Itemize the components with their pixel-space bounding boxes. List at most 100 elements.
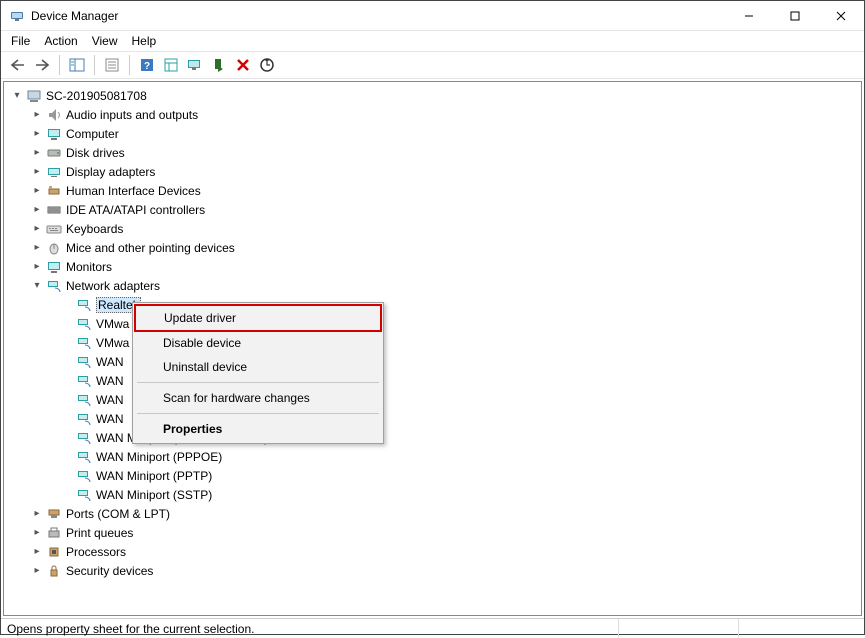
context-menu: Update driver Disable device Uninstall d… <box>132 302 384 444</box>
network-icon <box>46 278 62 294</box>
tree-category-hid[interactable]: ▸ Human Interface Devices <box>8 181 861 200</box>
tree-category-keyboards[interactable]: ▸ Keyboards <box>8 219 861 238</box>
chevron-down-icon[interactable]: ▾ <box>10 89 24 103</box>
tree-category-processors[interactable]: ▸ Processors <box>8 542 861 561</box>
update-driver-button[interactable] <box>184 54 206 76</box>
hid-icon <box>46 183 62 199</box>
tree-category-disk[interactable]: ▸ Disk drives <box>8 143 861 162</box>
app-icon <box>9 8 25 24</box>
chevron-right-icon[interactable]: ▸ <box>30 165 44 179</box>
network-adapter-icon <box>76 449 92 465</box>
disk-icon <box>46 145 62 161</box>
chevron-right-icon[interactable]: ▸ <box>30 184 44 198</box>
ctx-uninstall-device[interactable]: Uninstall device <box>135 355 381 379</box>
help-button[interactable]: ? <box>136 54 158 76</box>
ctx-disable-device[interactable]: Disable device <box>135 331 381 355</box>
tree-category-mice[interactable]: ▸ Mice and other pointing devices <box>8 238 861 257</box>
toolbar-divider <box>59 55 60 75</box>
tree-category-ide[interactable]: ▸ IDE ATA/ATAPI controllers <box>8 200 861 219</box>
ctx-scan-hardware[interactable]: Scan for hardware changes <box>135 386 381 410</box>
menu-file[interactable]: File <box>11 34 30 48</box>
minimize-button[interactable] <box>726 1 772 31</box>
ctx-properties[interactable]: Properties <box>135 417 381 441</box>
tree-category-security[interactable]: ▸ Security devices <box>8 561 861 580</box>
tree-root[interactable]: ▾ SC-201905081708 <box>8 86 861 105</box>
chevron-right-icon[interactable]: ▸ <box>30 241 44 255</box>
display-adapter-icon <box>46 164 62 180</box>
network-adapter-icon <box>76 468 92 484</box>
cpu-icon <box>46 544 62 560</box>
mouse-icon <box>46 240 62 256</box>
printer-icon <box>46 525 62 541</box>
scan-hardware-button[interactable] <box>256 54 278 76</box>
forward-button[interactable] <box>31 54 53 76</box>
title-bar: Device Manager <box>1 1 864 31</box>
network-adapter-icon <box>76 487 92 503</box>
tree-item-wan-sstp[interactable]: ▸ WAN Miniport (SSTP) <box>8 485 861 504</box>
keyboard-icon <box>46 221 62 237</box>
status-cell <box>738 619 858 638</box>
close-button[interactable] <box>818 1 864 31</box>
speaker-icon <box>46 107 62 123</box>
tree-item-wan-pppoe[interactable]: ▸ WAN Miniport (PPPOE) <box>8 447 861 466</box>
chevron-right-icon[interactable]: ▸ <box>30 203 44 217</box>
network-adapter-icon <box>76 354 92 370</box>
window-controls <box>726 1 864 31</box>
toolbar-divider <box>94 55 95 75</box>
chevron-down-icon[interactable]: ▾ <box>30 279 44 293</box>
chevron-right-icon[interactable]: ▸ <box>30 108 44 122</box>
details-button[interactable] <box>160 54 182 76</box>
chevron-right-icon[interactable]: ▸ <box>30 526 44 540</box>
computer-icon <box>26 88 42 104</box>
ide-icon <box>46 202 62 218</box>
show-hide-tree-button[interactable] <box>66 54 88 76</box>
network-adapter-icon <box>76 411 92 427</box>
network-adapter-icon <box>76 335 92 351</box>
menu-action[interactable]: Action <box>44 34 77 48</box>
uninstall-button[interactable] <box>232 54 254 76</box>
monitor-icon <box>46 126 62 142</box>
network-adapter-icon <box>76 373 92 389</box>
tree-category-computer[interactable]: ▸ Computer <box>8 124 861 143</box>
tree-category-monitors[interactable]: ▸ Monitors <box>8 257 861 276</box>
network-adapter-icon <box>76 430 92 446</box>
network-adapter-icon <box>76 392 92 408</box>
tree-category-audio[interactable]: ▸ Audio inputs and outputs <box>8 105 861 124</box>
tree-panel: ▾ SC-201905081708 ▸ Audio inputs and out… <box>3 81 862 616</box>
chevron-right-icon[interactable]: ▸ <box>30 545 44 559</box>
tree-category-ports[interactable]: ▸ Ports (COM & LPT) <box>8 504 861 523</box>
chevron-right-icon[interactable]: ▸ <box>30 222 44 236</box>
window-title: Device Manager <box>31 9 726 23</box>
tree-category-printq[interactable]: ▸ Print queues <box>8 523 861 542</box>
chevron-right-icon[interactable]: ▸ <box>30 564 44 578</box>
ctx-separator <box>137 382 379 383</box>
status-message: Opens property sheet for the current sel… <box>7 622 618 636</box>
tree-item-wan-pptp[interactable]: ▸ WAN Miniport (PPTP) <box>8 466 861 485</box>
status-bar: Opens property sheet for the current sel… <box>1 618 864 638</box>
menu-help[interactable]: Help <box>132 34 157 48</box>
chevron-right-icon[interactable]: ▸ <box>30 507 44 521</box>
toolbar-divider <box>129 55 130 75</box>
enable-device-button[interactable] <box>208 54 230 76</box>
ctx-separator <box>137 413 379 414</box>
menu-view[interactable]: View <box>92 34 118 48</box>
tree-category-display[interactable]: ▸ Display adapters <box>8 162 861 181</box>
chevron-right-icon[interactable]: ▸ <box>30 127 44 141</box>
back-button[interactable] <box>7 54 29 76</box>
ports-icon <box>46 506 62 522</box>
monitor-icon <box>46 259 62 275</box>
network-adapter-icon <box>76 316 92 332</box>
status-cell <box>618 619 738 638</box>
toolbar: ? <box>1 51 864 79</box>
properties-button[interactable] <box>101 54 123 76</box>
maximize-button[interactable] <box>772 1 818 31</box>
menu-bar: File Action View Help <box>1 31 864 51</box>
chevron-right-icon[interactable]: ▸ <box>30 146 44 160</box>
tree-root-label: SC-201905081708 <box>46 89 147 103</box>
tree-category-network[interactable]: ▾ Network adapters <box>8 276 861 295</box>
network-adapter-icon <box>76 297 92 313</box>
chevron-right-icon[interactable]: ▸ <box>30 260 44 274</box>
svg-text:?: ? <box>144 61 150 72</box>
security-icon <box>46 563 62 579</box>
ctx-update-driver[interactable]: Update driver <box>134 304 382 332</box>
